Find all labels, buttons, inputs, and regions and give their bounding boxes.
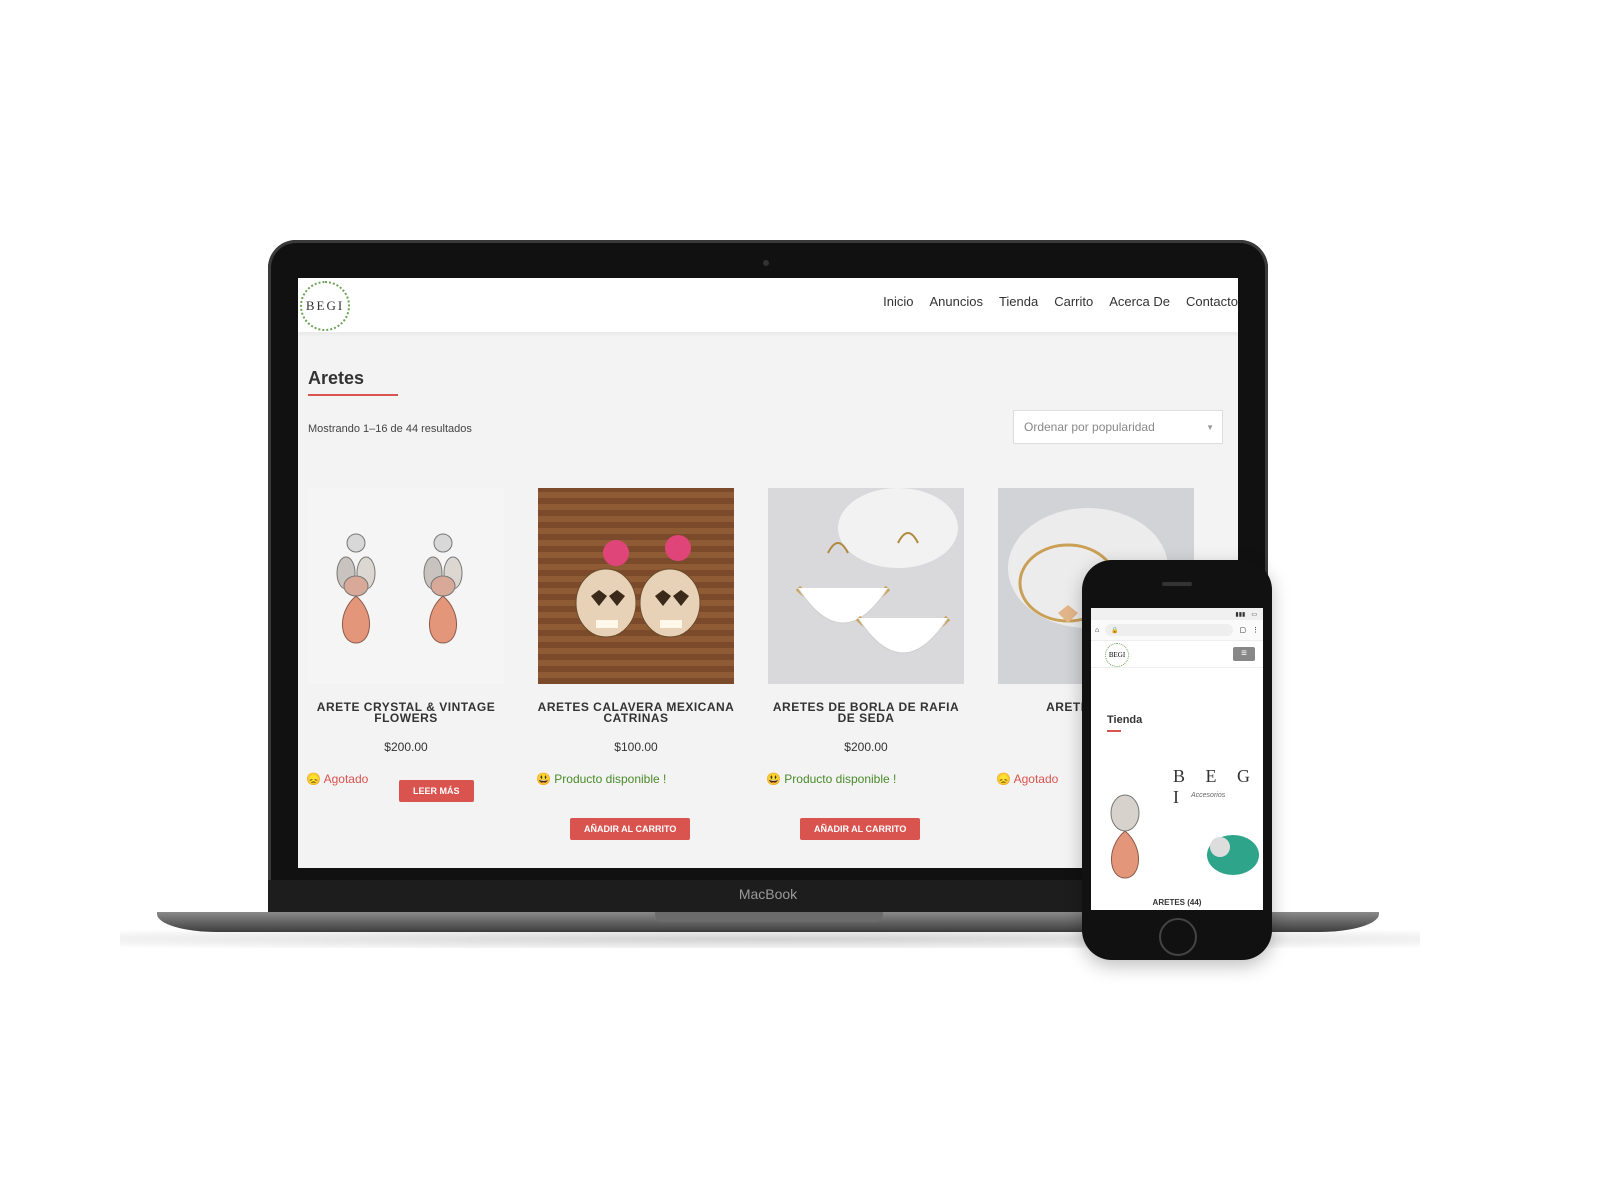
add-to-cart-button[interactable]: AÑADIR AL CARRITO bbox=[800, 818, 921, 840]
nav-item-anuncios[interactable]: Anuncios bbox=[929, 294, 982, 309]
stock-status-in: 😃 Producto disponible ! bbox=[766, 772, 897, 786]
hamburger-menu-icon[interactable]: ≡ bbox=[1233, 647, 1255, 661]
nav-item-inicio[interactable]: Inicio bbox=[883, 294, 913, 309]
product-name[interactable]: ARETES CALAVERA MEXICANA CATRINAS bbox=[536, 701, 736, 726]
stock-status-out: 😞 Agotado bbox=[306, 772, 369, 786]
phone-brand-subtitle: Accesorios bbox=[1191, 792, 1226, 799]
product-card: ARETE CRYSTAL & VINTAGE FLOWERS $200.00 … bbox=[306, 488, 506, 802]
title-underline bbox=[308, 394, 398, 396]
results-count: Mostrando 1–16 de 44 resultados bbox=[308, 423, 472, 435]
phone-site-header: BEGI ≡ bbox=[1091, 641, 1263, 668]
product-image-earrings[interactable] bbox=[308, 488, 504, 684]
phone-logo[interactable]: BEGI bbox=[1105, 643, 1129, 667]
url-field[interactable]: 🔒 bbox=[1105, 624, 1234, 636]
product-name[interactable]: ARETE CRYSTAL & VINTAGE FLOWERS bbox=[306, 701, 506, 726]
product-name[interactable]: ARETES DE BORLA DE RAFIA DE SEDA bbox=[766, 701, 966, 726]
site-header: BEGI Inicio Anuncios Tienda Carrito Acer… bbox=[298, 278, 1238, 332]
battery-icon: ▭ bbox=[1251, 611, 1257, 618]
product-price: $200.00 bbox=[384, 740, 428, 754]
nav-item-contacto[interactable]: Contacto bbox=[1186, 294, 1238, 309]
sort-select-label: Ordenar por popularidad bbox=[1024, 420, 1155, 434]
nav-item-acerca-de[interactable]: Acerca De bbox=[1109, 294, 1170, 309]
menu-dots-icon[interactable]: ⋮ bbox=[1252, 626, 1259, 634]
home-icon[interactable]: ⌂ bbox=[1095, 627, 1099, 634]
chevron-down-icon: ▼ bbox=[1206, 423, 1214, 432]
product-price: $100.00 bbox=[614, 740, 658, 754]
lock-icon: 🔒 bbox=[1111, 627, 1119, 634]
nav-item-tienda[interactable]: Tienda bbox=[999, 294, 1038, 309]
laptop-notch bbox=[655, 912, 883, 922]
read-more-button[interactable]: LEER MÁS bbox=[399, 780, 474, 802]
phone-url-bar: ⌂ 🔒 ▢ ⋮ bbox=[1091, 620, 1263, 641]
phone-page-title: Tienda bbox=[1107, 714, 1143, 726]
stock-status-in: 😃 Producto disponible ! bbox=[536, 772, 667, 786]
phone-home-button[interactable] bbox=[1159, 918, 1197, 956]
laptop-camera bbox=[763, 260, 769, 266]
product-card: ARETES CALAVERA MEXICANA CATRINAS $100.0… bbox=[536, 488, 736, 840]
main-nav: Inicio Anuncios Tienda Carrito Acerca De… bbox=[883, 294, 1238, 309]
stock-status-out: 😞 Agotado bbox=[996, 772, 1059, 786]
product-image-skull-earrings[interactable] bbox=[538, 488, 734, 684]
phone-status-bar: ▮▮▮ ▭ bbox=[1091, 608, 1263, 620]
product-price: $200.00 bbox=[844, 740, 888, 754]
phone-category-label[interactable]: ARETES (44) bbox=[1091, 898, 1263, 907]
product-image-tassel-earrings[interactable] bbox=[768, 488, 964, 684]
nav-item-carrito[interactable]: Carrito bbox=[1054, 294, 1093, 309]
add-to-cart-button[interactable]: AÑADIR AL CARRITO bbox=[570, 818, 691, 840]
phone-title-underline bbox=[1107, 730, 1121, 732]
phone-screen: ▮▮▮ ▭ ⌂ 🔒 ▢ ⋮ BEGI ≡ Tienda B E G I Acce… bbox=[1091, 608, 1263, 910]
phone-brand-title: B E G I bbox=[1173, 766, 1258, 807]
phone-speaker bbox=[1162, 582, 1192, 586]
site-logo[interactable]: BEGI bbox=[300, 281, 350, 331]
signal-icon: ▮▮▮ bbox=[1235, 611, 1246, 618]
sort-select[interactable]: Ordenar por popularidad ▼ bbox=[1013, 410, 1223, 444]
page-title: Aretes bbox=[308, 368, 365, 388]
phone-device: ▮▮▮ ▭ ⌂ 🔒 ▢ ⋮ BEGI ≡ Tienda B E G I Acce… bbox=[1082, 560, 1272, 960]
tabs-icon[interactable]: ▢ bbox=[1239, 626, 1246, 634]
product-card: ARETES DE BORLA DE RAFIA DE SEDA $200.00… bbox=[766, 488, 966, 840]
